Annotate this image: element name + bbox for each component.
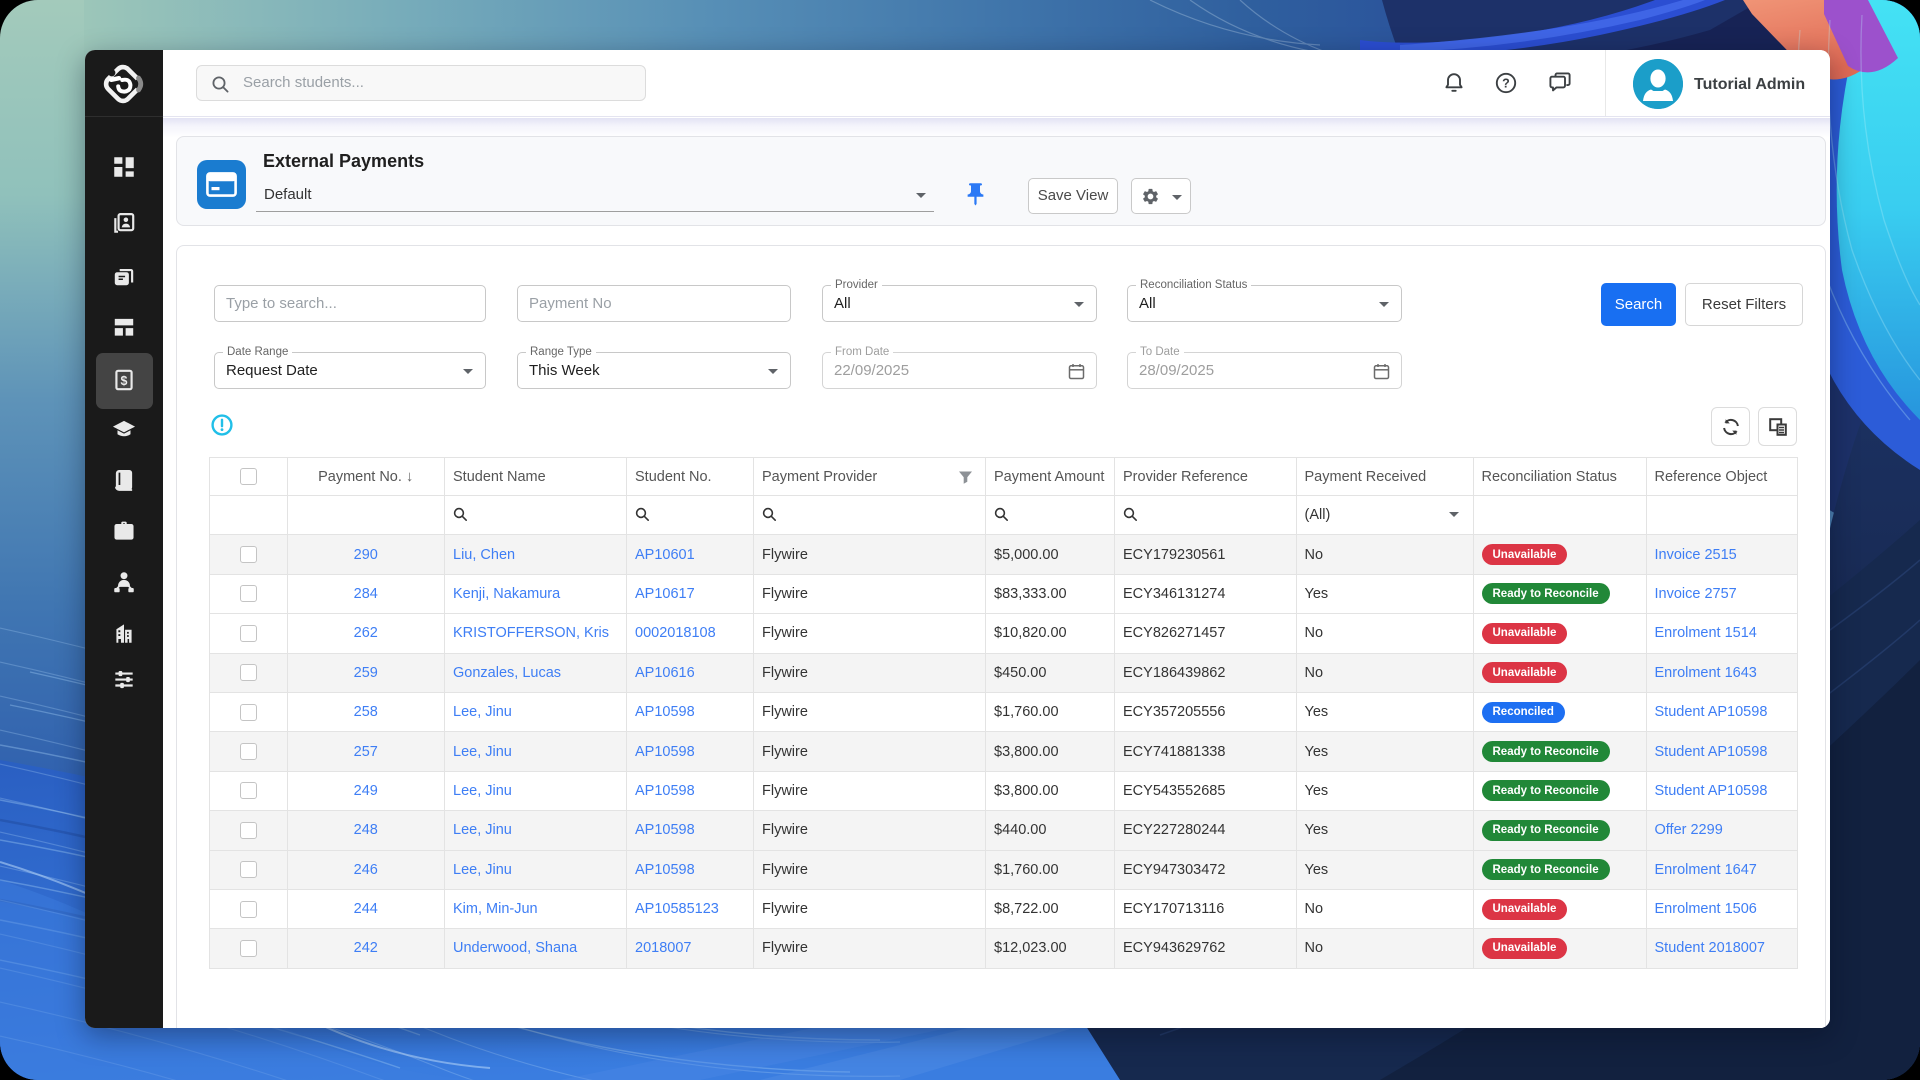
svg-text:?: ? — [1502, 76, 1510, 90]
svg-text:$: $ — [121, 374, 128, 388]
